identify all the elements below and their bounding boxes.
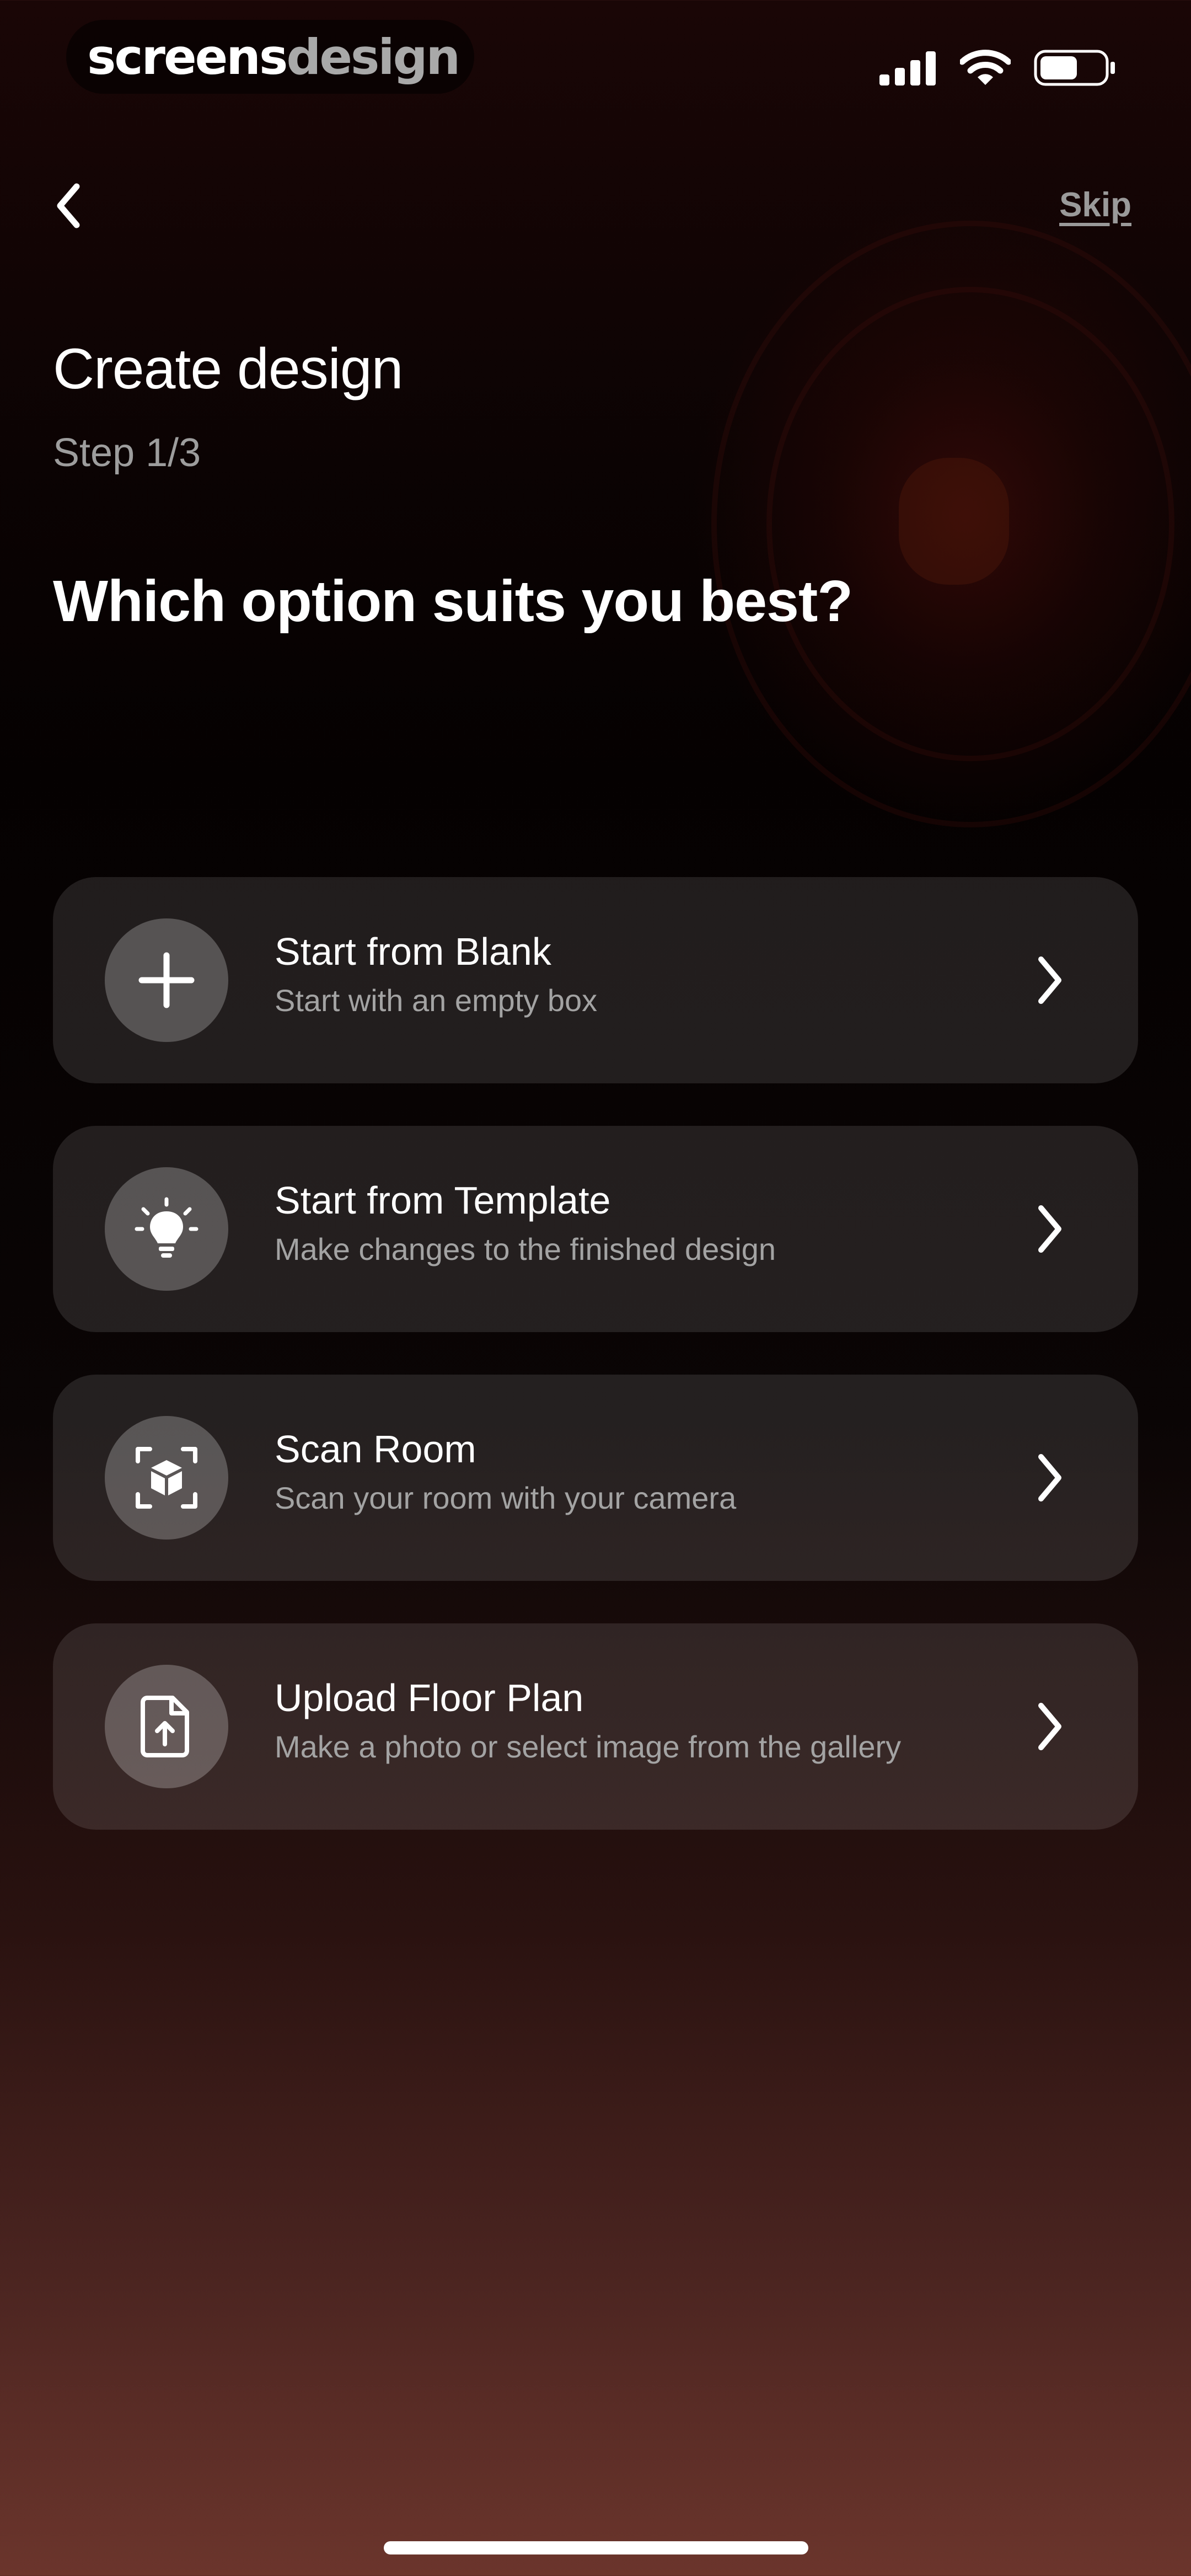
chevron-right-icon [1022, 1201, 1077, 1257]
option-subtitle: Make a photo or select image from the ga… [275, 1729, 902, 1764]
wifi-icon [960, 50, 1011, 85]
signal-icon [879, 51, 936, 85]
background-blob [899, 458, 1009, 585]
home-indicator[interactable] [384, 2541, 808, 2554]
option-title: Scan Room [275, 1428, 476, 1471]
options-list: Start from Blank Start with an empty box… [53, 877, 1138, 1872]
question-heading: Which option suits you best? [53, 569, 853, 634]
option-icon-circle [105, 1416, 228, 1540]
option-icon-circle [105, 918, 228, 1042]
option-scan-room[interactable]: Scan Room Scan your room with your camer… [53, 1375, 1138, 1581]
brand-text-primary: screens [87, 28, 288, 85]
chevron-right-icon [1022, 953, 1077, 1008]
option-upload-floor-plan[interactable]: Upload Floor Plan Make a photo or select… [53, 1623, 1138, 1830]
chevron-left-icon [57, 183, 80, 228]
status-bar-icons [879, 49, 1117, 87]
option-text: Start from Template Make changes to the … [275, 1181, 776, 1265]
chevron-right-icon [1022, 1450, 1077, 1505]
file-upload-icon [141, 1696, 189, 1757]
background-ring [766, 287, 1174, 761]
brand-text-secondary: design [286, 28, 460, 85]
option-title: Start from Blank [275, 930, 551, 973]
lightbulb-icon [135, 1197, 198, 1258]
battery-icon [1034, 50, 1115, 86]
option-subtitle: Start with an empty box [275, 983, 598, 1018]
option-text: Upload Floor Plan Make a photo or select… [275, 1679, 901, 1762]
step-indicator: Step 1/3 [53, 431, 201, 475]
plus-icon [138, 952, 195, 1008]
background-glow [689, 199, 1191, 833]
skip-link[interactable]: Skip [1059, 185, 1131, 225]
background-ring [711, 221, 1191, 827]
option-text: Scan Room Scan your room with your camer… [275, 1430, 736, 1514]
option-text: Start from Blank Start with an empty box [275, 932, 597, 1016]
scan-cube-icon [136, 1447, 197, 1509]
option-icon-circle [105, 1665, 228, 1788]
chevron-right-icon [1022, 1699, 1077, 1754]
option-start-from-blank[interactable]: Start from Blank Start with an empty box [53, 877, 1138, 1083]
option-subtitle: Make changes to the finished design [275, 1232, 776, 1266]
option-title: Upload Floor Plan [275, 1676, 584, 1719]
option-subtitle: Scan your room with your camera [275, 1481, 737, 1515]
option-title: Start from Template [275, 1179, 611, 1222]
page-title: Create design [53, 337, 404, 401]
option-start-from-template[interactable]: Start from Template Make changes to the … [53, 1126, 1138, 1332]
brand-watermark: screens design [66, 20, 474, 94]
back-button[interactable] [39, 175, 99, 236]
option-icon-circle [105, 1167, 228, 1291]
